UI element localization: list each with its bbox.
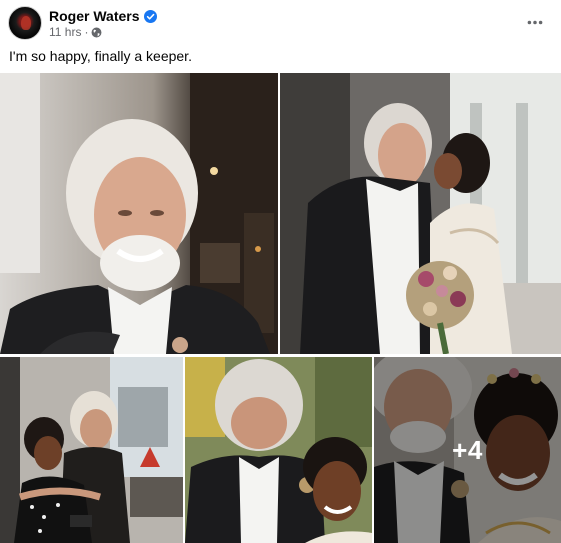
globe-icon[interactable] [91,27,102,38]
photo-5-more[interactable]: +4 [374,357,561,543]
photo-gallery: +4 [0,73,561,543]
photo-1-image [0,73,278,354]
author-name[interactable]: Roger Waters [49,8,140,24]
photo-4-image [185,357,372,543]
photo-2[interactable] [280,73,561,354]
post-caption: I'm so happy, finally a keeper. [9,48,192,64]
author-avatar[interactable] [8,6,42,40]
photo-2-image [280,73,561,354]
more-photos-count: +4 [452,434,483,465]
more-options-button[interactable] [523,12,547,32]
photo-1[interactable] [0,73,278,354]
post-header: Roger Waters 11 hrs · [0,0,561,45]
post-meta: 11 hrs · [49,25,102,39]
photo-3[interactable] [0,357,183,543]
author-row: Roger Waters [49,7,157,25]
verified-badge-icon [143,9,157,23]
more-photos-overlay[interactable]: +4 [374,357,561,543]
photo-4[interactable] [185,357,372,543]
meta-separator: · [84,25,89,39]
more-options-icon [527,20,543,24]
post-timestamp[interactable]: 11 hrs [49,25,81,39]
photo-3-image [0,357,183,543]
